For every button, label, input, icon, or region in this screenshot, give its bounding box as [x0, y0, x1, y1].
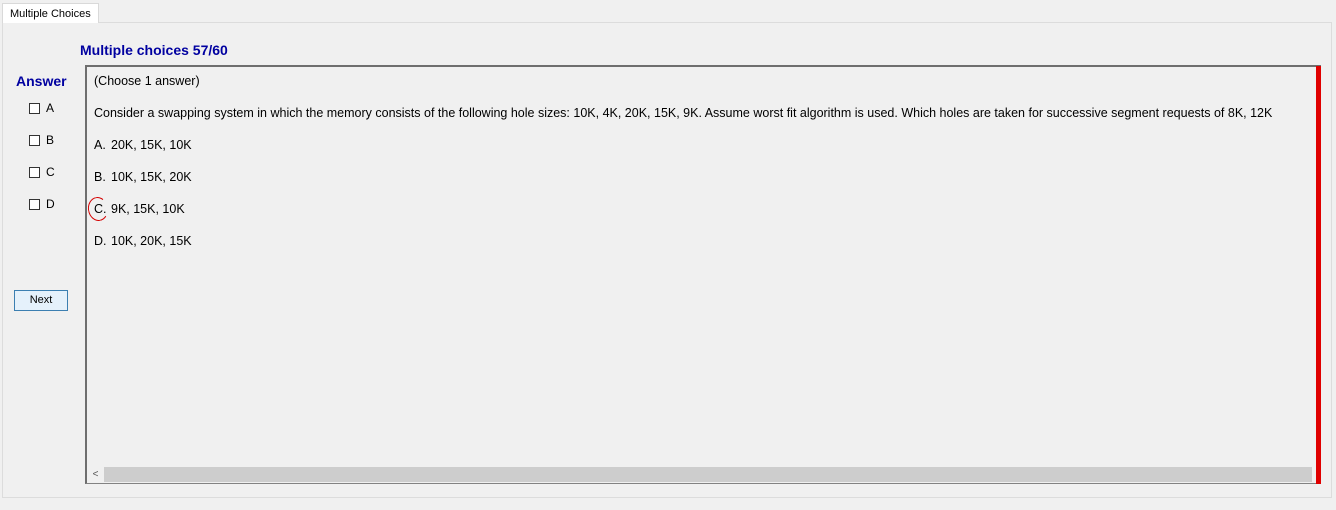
checkbox-a[interactable]: [29, 102, 40, 114]
answer-option-c[interactable]: C: [29, 165, 55, 179]
answer-choice-a: A. 20K, 15K, 10K: [94, 137, 192, 153]
option-label-c: C: [46, 165, 55, 179]
option-label-d: D: [46, 197, 55, 211]
option-label-a: A: [46, 101, 55, 115]
answer-text-d: 10K, 20K, 15K: [111, 234, 192, 248]
horizontal-scrollbar[interactable]: <: [87, 466, 1314, 483]
checkbox-b[interactable]: [29, 134, 40, 146]
answer-text-c: 9K, 15K, 10K: [111, 202, 185, 216]
page-title: Multiple choices 57/60: [80, 42, 228, 58]
answer-text-a: 20K, 15K, 10K: [111, 138, 192, 152]
answer-choice-b: B. 10K, 15K, 20K: [94, 169, 192, 185]
checkbox-c[interactable]: [29, 166, 40, 178]
answer-key-b: B.: [94, 170, 106, 184]
question-text: Consider a swapping system in which the …: [94, 106, 1273, 120]
answer-option-b[interactable]: B: [29, 133, 54, 147]
scrollbar-thumb[interactable]: [104, 467, 1312, 482]
answer-key-d: D.: [94, 234, 107, 248]
answer-option-d[interactable]: D: [29, 197, 55, 211]
tab-multiple-choices[interactable]: Multiple Choices: [2, 3, 99, 23]
red-accent-bar: [1316, 66, 1321, 484]
next-button[interactable]: Next: [14, 290, 68, 311]
question-instruction: (Choose 1 answer): [94, 74, 200, 88]
answer-key-a: A.: [94, 138, 106, 152]
answer-text-b: 10K, 15K, 20K: [111, 170, 192, 184]
checkbox-d[interactable]: [29, 198, 40, 210]
answer-label: Answer: [16, 73, 67, 89]
question-panel: (Choose 1 answer) Consider a swapping sy…: [85, 65, 1321, 484]
answer-option-a[interactable]: A: [29, 101, 54, 115]
option-label-b: B: [46, 133, 55, 147]
scroll-left-arrow-icon[interactable]: <: [87, 466, 104, 483]
answer-choice-d: D. 10K, 20K, 15K: [94, 233, 192, 249]
